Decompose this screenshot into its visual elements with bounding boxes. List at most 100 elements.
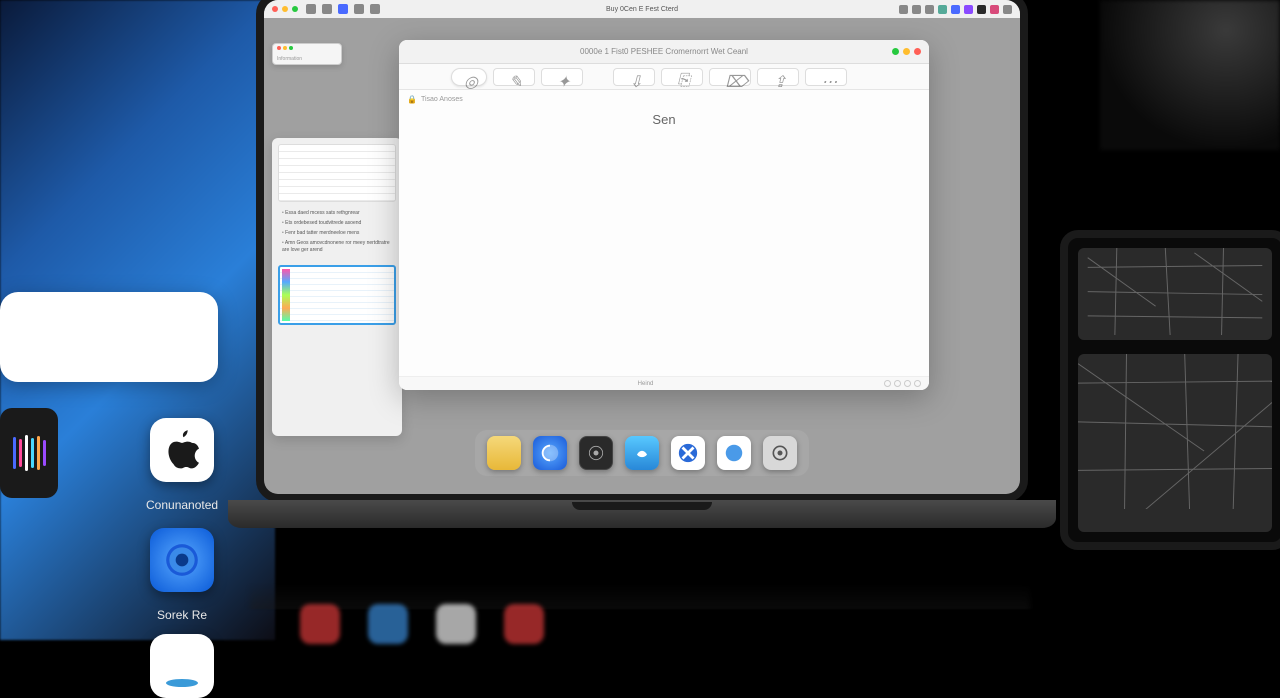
toolbar-button[interactable]: ⋯ bbox=[805, 68, 847, 86]
menu-item-icon[interactable] bbox=[306, 4, 316, 14]
thumbnail-page[interactable] bbox=[278, 144, 396, 202]
footer-control-icon[interactable] bbox=[914, 380, 921, 387]
zoom-icon[interactable] bbox=[892, 48, 899, 55]
footer-controls[interactable] bbox=[884, 380, 921, 387]
mini-window-label: Information bbox=[277, 56, 302, 62]
menubar: Buy 0Cen E Fest Cterd bbox=[264, 0, 1020, 18]
close-icon[interactable] bbox=[914, 48, 921, 55]
macbook-base bbox=[228, 500, 1056, 528]
toolbar-button[interactable]: ✎ bbox=[493, 68, 535, 86]
tool-icon: ✦ bbox=[557, 72, 567, 82]
footer-control-icon[interactable] bbox=[884, 380, 891, 387]
document-body: Sen bbox=[399, 108, 929, 376]
macbook-frame: Buy 0Cen E Fest Cterd bbox=[228, 0, 1056, 552]
footer-control-icon[interactable] bbox=[894, 380, 901, 387]
tool-icon: ⇩ bbox=[629, 72, 639, 82]
dock-app-4[interactable] bbox=[625, 436, 659, 470]
tool-icon: ⇪ bbox=[773, 72, 783, 82]
note-line: Amn Geos amovcdnonene ror meey nertdtrat… bbox=[282, 240, 392, 254]
note-line: Essa daed mcess sats rethgnrear bbox=[282, 210, 392, 217]
toolbar-button[interactable]: ⎘ bbox=[661, 68, 703, 86]
window-traffic-lights[interactable] bbox=[892, 48, 921, 55]
toolbar-button[interactable]: ◎ bbox=[451, 68, 487, 86]
map-view-bottom[interactable] bbox=[1078, 354, 1272, 532]
app-icon-1[interactable] bbox=[150, 418, 214, 482]
menu-item-icon[interactable] bbox=[338, 4, 348, 14]
tool-icon: ⎘ bbox=[677, 72, 687, 82]
dock-app-7[interactable] bbox=[763, 436, 797, 470]
status-icon[interactable] bbox=[990, 5, 999, 14]
window-title: 0000e 1 Fist0 PESHEE Cromernorrt Wet Cea… bbox=[580, 47, 748, 56]
status-icon[interactable] bbox=[951, 5, 960, 14]
footer-status: Heind bbox=[638, 381, 654, 387]
toolbar-button[interactable]: ⌦ bbox=[709, 68, 751, 86]
cable-widget bbox=[0, 508, 58, 568]
close-icon[interactable] bbox=[272, 6, 278, 12]
document-window: 0000e 1 Fist0 PESHEE Cromernorrt Wet Cea… bbox=[399, 40, 929, 390]
tool-icon: ⌦ bbox=[725, 72, 735, 82]
thumbnail-notes[interactable]: Essa daed mcess sats rethgnrear Ets orde… bbox=[278, 206, 396, 261]
window-toolbar: ◎ ✎ ✦ ⇩ ⎘ ⌦ ⇪ ⋯ bbox=[399, 64, 929, 90]
footer-control-icon[interactable] bbox=[904, 380, 911, 387]
content-heading: Sen bbox=[652, 112, 675, 127]
toolbar-button[interactable]: ✦ bbox=[541, 68, 583, 86]
status-icon[interactable] bbox=[964, 5, 973, 14]
menubar-right-items[interactable] bbox=[899, 5, 1012, 14]
gear-icon: ◎ bbox=[464, 72, 474, 82]
minimize-icon[interactable] bbox=[282, 6, 288, 12]
map-view-top[interactable] bbox=[1078, 248, 1272, 340]
floating-card bbox=[0, 292, 218, 382]
dock-app-5[interactable] bbox=[671, 436, 705, 470]
thumbnail-sidebar[interactable]: Essa daed mcess sats rethgnrear Ets orde… bbox=[272, 138, 402, 436]
mini-app-window[interactable]: Information bbox=[272, 43, 342, 65]
reflected-icon bbox=[368, 604, 408, 644]
menu-item-icon[interactable] bbox=[354, 4, 364, 14]
tab-label[interactable]: Tisao Anoses bbox=[421, 96, 463, 103]
equalizer-widget bbox=[0, 408, 58, 498]
dock-app-6[interactable] bbox=[717, 436, 751, 470]
window-titlebar[interactable]: 0000e 1 Fist0 PESHEE Cromernorrt Wet Cea… bbox=[399, 40, 929, 64]
menubar-traffic-lights[interactable] bbox=[272, 6, 298, 12]
status-icon[interactable] bbox=[977, 5, 986, 14]
status-icon[interactable] bbox=[1003, 5, 1012, 14]
reflected-icon bbox=[504, 604, 544, 644]
reflected-icon bbox=[436, 604, 476, 644]
desktop: Buy 0Cen E Fest Cterd bbox=[264, 0, 1020, 494]
zoom-icon[interactable] bbox=[289, 46, 293, 50]
dock-app-3[interactable] bbox=[579, 436, 613, 470]
menu-item-icon[interactable] bbox=[370, 4, 380, 14]
thumbnail-page-selected[interactable] bbox=[278, 265, 396, 325]
menubar-left-items[interactable] bbox=[306, 4, 380, 14]
app-icon-2[interactable] bbox=[150, 528, 214, 592]
window-footer: Heind bbox=[399, 376, 929, 390]
app-icon-2-label: Sorek Re bbox=[157, 608, 207, 622]
screen-bezel: Buy 0Cen E Fest Cterd bbox=[256, 0, 1028, 502]
toolbar-button[interactable]: ⇩ bbox=[613, 68, 655, 86]
menubar-title: Buy 0Cen E Fest Cterd bbox=[606, 6, 678, 13]
dock-app-1[interactable] bbox=[487, 436, 521, 470]
app-icon-3[interactable] bbox=[150, 634, 214, 698]
status-icon[interactable] bbox=[899, 5, 908, 14]
minimize-icon[interactable] bbox=[903, 48, 910, 55]
app-icon-1-label: Conunanoted bbox=[146, 498, 218, 512]
zoom-icon[interactable] bbox=[292, 6, 298, 12]
minimize-icon[interactable] bbox=[283, 46, 287, 50]
toolbar-button[interactable]: ⇪ bbox=[757, 68, 799, 86]
status-icon[interactable] bbox=[912, 5, 921, 14]
reflected-icon bbox=[300, 604, 340, 644]
close-icon[interactable] bbox=[277, 46, 281, 50]
menu-item-icon[interactable] bbox=[322, 4, 332, 14]
reflected-dock bbox=[300, 604, 544, 644]
document-content[interactable]: Sen bbox=[399, 108, 929, 376]
tab-bar: 🔒 Tisao Anoses bbox=[399, 90, 929, 108]
status-icon[interactable] bbox=[925, 5, 934, 14]
lock-icon: 🔒 bbox=[407, 95, 417, 104]
top-right-prop bbox=[1100, 0, 1280, 150]
left-app-icon-column: Conunanoted Sorek Re bbox=[146, 418, 218, 698]
tool-icon: ⋯ bbox=[821, 72, 831, 82]
tablet-device bbox=[1060, 230, 1280, 550]
status-icon[interactable] bbox=[938, 5, 947, 14]
note-line: Fenr bad tatter merdneeloe mens bbox=[282, 230, 392, 237]
tool-icon: ✎ bbox=[509, 72, 519, 82]
dock-app-2[interactable] bbox=[533, 436, 567, 470]
